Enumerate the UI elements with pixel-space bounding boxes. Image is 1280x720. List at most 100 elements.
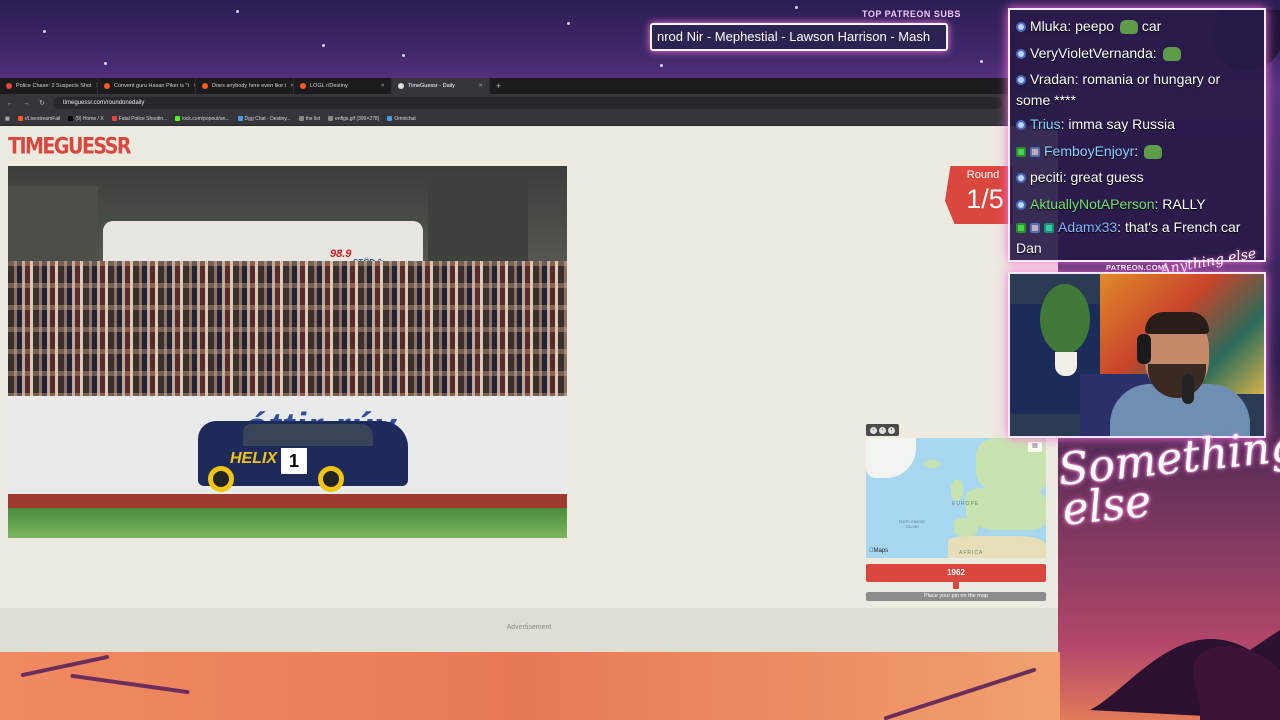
map-uk bbox=[951, 480, 963, 500]
bookmark-label: Omnichat bbox=[394, 115, 416, 122]
webcam-headphones bbox=[1137, 334, 1151, 364]
new-tab-button[interactable]: + bbox=[490, 81, 507, 91]
place-pin-button[interactable]: Place your pin on the map bbox=[866, 592, 1046, 601]
guess-map[interactable]: North Atlantic Ocean EUROPE AFRICA Maps… bbox=[866, 438, 1046, 558]
round-label: Round bbox=[966, 169, 1000, 181]
chat-message: Vradan: romania or hungary or some **** bbox=[1016, 71, 1221, 108]
bookmark-label: r/LivestreamFail bbox=[24, 115, 61, 122]
chat-message: AktuallyNotAPerson: RALLY bbox=[1016, 191, 1258, 218]
tab-label: TimeGuessr - Daily bbox=[408, 83, 455, 89]
round-counter: 1/5 bbox=[966, 184, 1004, 214]
bookmark-label: Dgg Chat - Destiny... bbox=[244, 115, 291, 122]
browser-tab-active[interactable]: TimeGuessr - Daily ✕ bbox=[392, 78, 490, 94]
reload-icon[interactable]: ↻ bbox=[37, 99, 47, 107]
kick-badge-icon bbox=[1016, 146, 1026, 157]
map-shrink-icon[interactable]: ‹ bbox=[870, 426, 877, 434]
user-badge-icon bbox=[1016, 120, 1026, 131]
round-photo[interactable]: 98.9 STÖÐ 2 óttir rúv HELIX 1 bbox=[8, 166, 567, 538]
close-tab-icon[interactable]: ✕ bbox=[380, 83, 385, 89]
chat-text: imma say Russia bbox=[1068, 116, 1175, 132]
timeguessr-logo[interactable]: TIMEGUESSR bbox=[8, 134, 132, 162]
apps-grid-icon[interactable]: ▦ bbox=[5, 116, 10, 122]
photo-car-sponsor: HELIX bbox=[230, 450, 278, 467]
advertisement-label: Advertisement bbox=[506, 624, 552, 631]
maps-brand: Maps bbox=[869, 548, 888, 554]
kick-badge-icon bbox=[1016, 223, 1026, 234]
bookmark-label: (9) Home / X bbox=[75, 115, 104, 122]
reddit-icon bbox=[104, 83, 110, 89]
webcam-streamer-hair bbox=[1145, 312, 1209, 334]
map-label-ocean: North Atlantic Ocean bbox=[898, 519, 926, 529]
overlay-bottom-strip bbox=[0, 652, 1060, 720]
kick-icon bbox=[175, 116, 181, 121]
bookmark-label: the list bbox=[305, 115, 321, 122]
bookmark-item[interactable]: r/LivestreamFail bbox=[17, 115, 61, 122]
bookmark-label: kick.com/popout/an... bbox=[182, 115, 230, 122]
chat-message: peciti: great guess bbox=[1016, 164, 1258, 191]
bookmark-item[interactable]: Dgg Chat - Destiny... bbox=[237, 115, 291, 122]
map-pin-icon[interactable]: • bbox=[888, 426, 895, 434]
webcam-pot bbox=[1055, 352, 1077, 376]
user-badge-icon bbox=[1016, 48, 1026, 59]
browser-tab[interactable]: Convent guru Hasan Piker is "t✕ bbox=[98, 78, 196, 94]
bookmark-item[interactable]: the list bbox=[298, 115, 321, 122]
tab-label: Does anybody here even like t bbox=[212, 83, 286, 89]
map-label-europe: EUROPE bbox=[952, 501, 980, 507]
map-expand-icon[interactable]: › bbox=[879, 426, 886, 434]
bookmark-item[interactable]: kick.com/popout/an... bbox=[175, 115, 230, 122]
youtube-icon bbox=[111, 116, 117, 121]
chat-username: FemboyEnjoyr bbox=[1044, 142, 1135, 159]
chat-text: peepo bbox=[1075, 18, 1115, 34]
top-patreon-subs-label: TOP PATREON SUBS bbox=[862, 9, 961, 19]
address-bar[interactable]: timeguessr.com/roundonedaily bbox=[53, 97, 1003, 109]
back-arrow-icon[interactable]: ← bbox=[5, 100, 15, 107]
chat-username: Vradan bbox=[1030, 71, 1075, 87]
something-else-logo: Something else bbox=[1055, 420, 1280, 536]
stream-chat: Mluka: peepo car VeryVioletVernanda: Vra… bbox=[1008, 8, 1266, 262]
map-label-africa: AFRICA bbox=[959, 550, 984, 556]
forward-arrow-icon[interactable]: → bbox=[21, 100, 31, 107]
photo-car-wheel bbox=[318, 466, 344, 492]
close-tab-icon[interactable]: ✕ bbox=[478, 83, 483, 89]
map-size-controls: ‹ › • bbox=[866, 424, 899, 436]
frog-emote-icon bbox=[1119, 20, 1138, 35]
tab-bar: Police Chase: 2 Suspects Shot✕ Convent g… bbox=[0, 78, 1058, 94]
tab-label: LOGL r/Destiny bbox=[310, 83, 348, 89]
reddit-icon bbox=[300, 83, 306, 89]
tab-label: Police Chase: 2 Suspects Shot bbox=[16, 83, 92, 89]
photo-rv-sign: 98.9 bbox=[330, 248, 352, 260]
navigation-bar: ← → ↻ timeguessr.com/roundonedaily ☆ ✦ ▣ bbox=[0, 94, 1058, 112]
map-iberia bbox=[954, 518, 978, 536]
browser-tab[interactable]: LOGL r/Destiny ✕ bbox=[294, 78, 392, 94]
chat-message: Mluka: peepo car bbox=[1016, 13, 1258, 40]
browser-window: Police Chase: 2 Suspects Shot✕ Convent g… bbox=[0, 78, 1058, 652]
page-icon bbox=[328, 116, 334, 121]
chat-username: VeryVioletVernanda bbox=[1030, 44, 1153, 61]
frog-emote-icon bbox=[1144, 144, 1163, 159]
bookmark-label: enfigs.gif (399×278) bbox=[335, 115, 380, 122]
webcam-plant bbox=[1040, 284, 1090, 354]
page-icon bbox=[387, 116, 393, 121]
browser-tab[interactable]: Does anybody here even like t✕ bbox=[196, 78, 294, 94]
bookmark-item[interactable]: Omnichat bbox=[387, 115, 416, 122]
map-iceland bbox=[924, 460, 940, 468]
photo-building bbox=[428, 176, 528, 266]
bookmark-item[interactable]: enfigs.gif (399×278) bbox=[328, 116, 379, 122]
photo-track bbox=[8, 494, 567, 508]
x-icon bbox=[68, 116, 74, 121]
browser-tab[interactable]: Police Chase: 2 Suspects Shot✕ bbox=[0, 78, 98, 94]
photo-car-window bbox=[243, 424, 373, 446]
chat-message: Trius: imma say Russia bbox=[1016, 111, 1258, 138]
page-icon bbox=[298, 116, 304, 121]
reddit-icon bbox=[17, 116, 23, 121]
map-layers-icon[interactable]: ▤ bbox=[1028, 442, 1042, 452]
bookmark-item[interactable]: Fatal Police Shootin... bbox=[111, 116, 167, 122]
bookmark-item[interactable]: (9) Home / X bbox=[68, 115, 104, 122]
map-europe bbox=[966, 488, 1046, 530]
photo-building bbox=[8, 186, 98, 266]
bookmarks-bar: ▦ r/LivestreamFail (9) Home / X Fatal Po… bbox=[0, 112, 1058, 126]
photo-car-wheel bbox=[208, 466, 234, 492]
year-slider-handle[interactable] bbox=[953, 580, 959, 589]
chat-message: VeryVioletVernanda: bbox=[1016, 40, 1258, 67]
verified-badge-icon bbox=[1044, 223, 1054, 234]
